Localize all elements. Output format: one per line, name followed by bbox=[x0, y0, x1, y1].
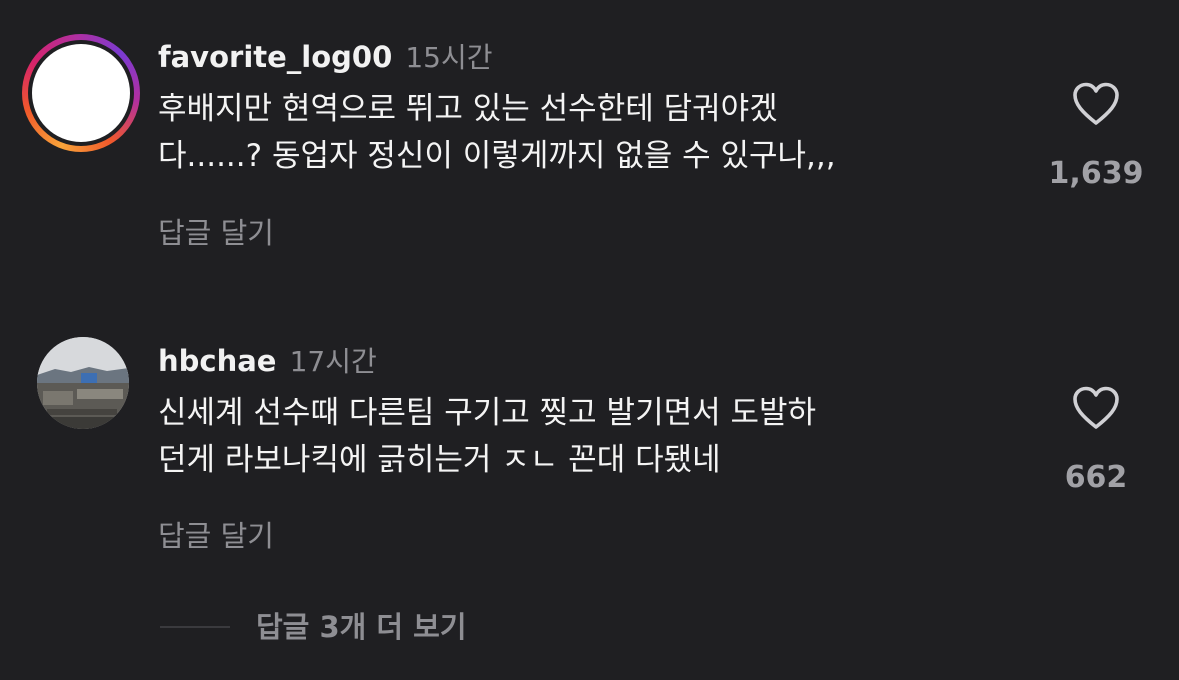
avatar[interactable] bbox=[37, 337, 129, 429]
comment-text-line: 신세계 선수때 다른팀 구기고 찢고 발기면서 도발하 bbox=[158, 395, 817, 431]
comment-header: hbchae 17시간 bbox=[158, 340, 377, 380]
heart-icon[interactable] bbox=[1072, 82, 1120, 126]
comment-text-line: 던게 라보나킥에 긁히는거 ㅈㄴ 꼰대 다됐네 bbox=[158, 442, 721, 478]
like-count: 662 bbox=[1064, 460, 1128, 495]
comment-text: 신세계 선수때 다른팀 구기고 찢고 발기면서 도발하 던게 라보나킥에 긁히는… bbox=[158, 390, 816, 484]
avatar[interactable] bbox=[22, 34, 140, 152]
comment-timestamp: 15시간 bbox=[405, 41, 493, 74]
reply-button[interactable]: 답글 달기 bbox=[158, 210, 274, 252]
divider-line bbox=[160, 626, 230, 628]
heart-icon[interactable] bbox=[1072, 386, 1120, 430]
comment-text: 후배지만 현역으로 뛰고 있는 선수한테 담궈야겠 다......? 동업자 정… bbox=[158, 86, 836, 180]
avatar-image bbox=[32, 44, 130, 142]
comment-timestamp: 17시간 bbox=[289, 345, 377, 378]
comment-item: favorite_log00 15시간 후배지만 현역으로 뛰고 있는 선수한테… bbox=[0, 0, 1179, 300]
view-more-replies-label: 답글 3개 더 보기 bbox=[256, 610, 467, 644]
avatar-image bbox=[37, 337, 129, 429]
username-link[interactable]: hbchae bbox=[158, 344, 276, 378]
comment-text-line: 후배지만 현역으로 뛰고 있는 선수한테 담궈야겠 bbox=[158, 91, 778, 127]
like-area: 1,639 bbox=[1026, 82, 1166, 191]
comment-text-line: 다......? 동업자 정신이 이렇게까지 없을 수 있구나,,, bbox=[158, 138, 836, 174]
comment-header: favorite_log00 15시간 bbox=[158, 36, 493, 76]
like-area: 662 bbox=[1026, 386, 1166, 495]
like-count: 1,639 bbox=[1048, 156, 1144, 191]
username-link[interactable]: favorite_log00 bbox=[158, 40, 392, 74]
reply-button[interactable]: 답글 달기 bbox=[158, 513, 274, 555]
